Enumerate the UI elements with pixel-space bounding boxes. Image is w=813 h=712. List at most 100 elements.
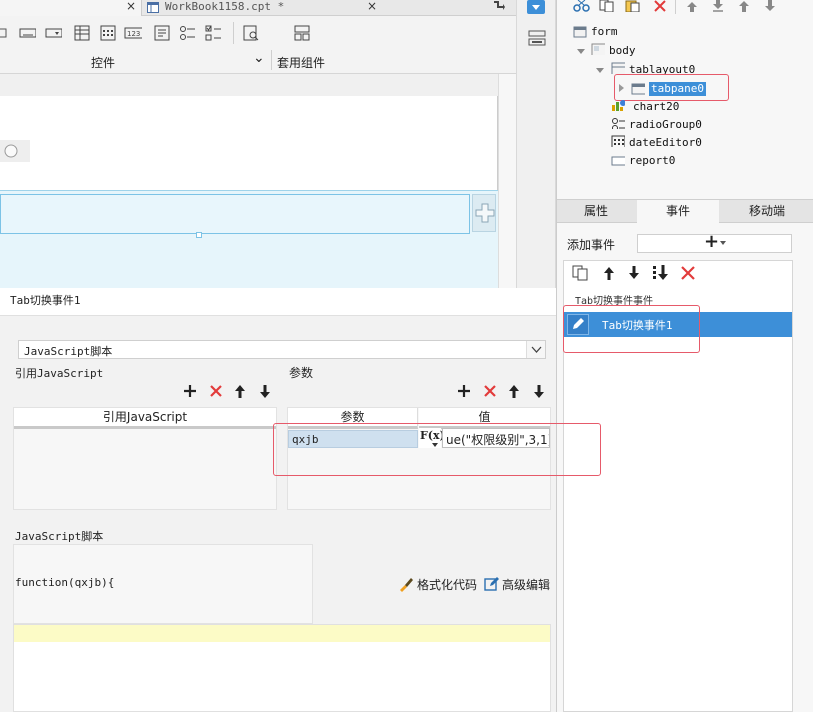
radiogroup-node-icon [612, 118, 625, 129]
right-panel: form body tablayout0 tabpane0 chart20 ra… [556, 0, 813, 712]
tree-expand-icon[interactable] [596, 66, 604, 74]
function-signature: function(qxjb){ [15, 576, 115, 589]
dropdown-icon [532, 5, 540, 10]
document-tab-previous[interactable]: × [0, 0, 142, 16]
textarea-widget-icon[interactable] [152, 24, 170, 42]
canvas-page[interactable] [0, 96, 498, 288]
document-tab-workbook[interactable]: WorkBook1158.cpt * × [143, 0, 383, 16]
document-tab-strip: × WorkBook1158.cpt * × [0, 0, 516, 16]
script-type-select[interactable]: JavaScript脚本 [18, 340, 546, 359]
move-to-top-icon[interactable] [685, 0, 699, 12]
ref-js-table[interactable]: 引用JavaScript [13, 407, 277, 510]
tab-mobile[interactable]: 移动端 [721, 200, 813, 223]
search-widget-icon[interactable] [241, 24, 259, 42]
script-section-label: JavaScript脚本 [15, 530, 104, 543]
move-down-param-icon[interactable] [533, 384, 545, 399]
body-node-icon [591, 43, 605, 55]
tablayout-region[interactable] [0, 190, 498, 288]
radio-circle-icon [4, 144, 18, 158]
add-event-label: 添加事件 [567, 238, 616, 252]
move-up-icon[interactable] [737, 0, 751, 12]
move-to-bottom-icon[interactable] [711, 0, 725, 12]
cut-icon[interactable] [573, 0, 591, 12]
component-layout-icon[interactable] [292, 24, 310, 42]
tablayout-node-icon [611, 62, 625, 74]
highlight-annotation-param [273, 423, 601, 476]
workbook-icon [147, 2, 159, 13]
add-event-plus-icon: + [704, 231, 720, 252]
highlight-annotation-event [563, 305, 700, 353]
expand-controls-icon[interactable]: ⌄ [253, 50, 265, 66]
event-move-bottom-icon[interactable] [652, 264, 670, 282]
date-widget-icon[interactable] [98, 24, 116, 42]
checkbox-widget-icon[interactable] [204, 24, 222, 42]
script-code-editor[interactable] [13, 624, 551, 712]
controls-group-label: 控件 [91, 56, 116, 70]
chart-node-icon [612, 100, 625, 111]
format-code-icon[interactable] [398, 576, 414, 592]
tab-events[interactable]: 事件 [637, 200, 719, 223]
design-canvas[interactable] [0, 74, 516, 288]
table-widget-icon[interactable] [72, 24, 90, 42]
delete-icon[interactable] [653, 0, 667, 12]
event-move-down-icon[interactable] [627, 265, 641, 281]
vertical-tool-strip [516, 0, 556, 288]
advanced-edit-icon[interactable] [484, 576, 500, 592]
button-widget-icon[interactable] [18, 24, 36, 42]
copy-event-icon[interactable] [572, 265, 590, 281]
delete-ref-js-icon[interactable] [209, 384, 223, 398]
number-widget-icon[interactable]: 123 [124, 24, 142, 42]
ref-js-section-label: 引用JavaScript [15, 367, 104, 380]
widget-icon-partial[interactable] [0, 24, 14, 42]
toolbar-divider [675, 0, 676, 14]
dateeditor-node-icon [611, 135, 625, 147]
event-move-up-icon[interactable] [602, 265, 616, 281]
report-node-icon [611, 156, 625, 166]
widget-panel-toggle[interactable] [527, 0, 545, 14]
paste-icon[interactable] [625, 0, 641, 12]
property-tabs: 属性 事件 移动端 [557, 199, 813, 223]
move-up-param-icon[interactable] [508, 384, 520, 399]
radio-widget-preview[interactable] [0, 140, 30, 162]
resize-handle[interactable] [196, 232, 202, 238]
select-arrow-button[interactable] [526, 341, 545, 358]
tab-overflow-icon[interactable] [492, 0, 506, 12]
toolbar-divider [271, 50, 272, 70]
add-event-dropdown[interactable]: + [637, 231, 792, 253]
ref-js-column-header: 引用JavaScript [14, 408, 276, 429]
copy-icon[interactable] [599, 0, 615, 12]
add-tab-icon [475, 203, 495, 223]
tree-expand-icon[interactable] [577, 47, 585, 55]
add-tab-button[interactable] [472, 194, 496, 232]
document-tab-label: WorkBook1158.cpt * [165, 0, 285, 13]
event-editor-dialog: Tab切换事件1 JavaScript脚本 引用JavaScript 参数 引用… [0, 288, 601, 712]
svg-text:123: 123 [127, 30, 140, 38]
form-node-icon [573, 26, 587, 38]
params-section-label: 参数 [289, 366, 314, 380]
tab-attributes[interactable]: 属性 [557, 200, 635, 223]
move-down-icon[interactable] [763, 0, 777, 12]
format-code-button[interactable]: 格式化代码 [417, 576, 477, 593]
move-up-ref-js-icon[interactable] [234, 384, 246, 399]
close-tab-icon[interactable]: × [126, 0, 136, 13]
components-group-label: 套用组件 [277, 56, 326, 70]
function-signature-box: function(qxjb){ [13, 544, 313, 624]
delete-param-icon[interactable] [483, 384, 497, 398]
layout-panel-icon[interactable] [528, 30, 546, 46]
tabpane-selected-outline[interactable] [0, 194, 470, 234]
add-ref-js-icon[interactable] [183, 384, 197, 398]
radio-widget-icon[interactable] [178, 24, 196, 42]
move-down-ref-js-icon[interactable] [259, 384, 271, 399]
combobox-widget-icon[interactable] [44, 24, 62, 42]
add-param-icon[interactable] [457, 384, 471, 398]
current-line-highlight [14, 625, 550, 642]
script-type-value: JavaScript脚本 [24, 345, 113, 358]
component-toolbar: 123 控件 ⌄ 套用组件 [0, 16, 516, 74]
highlight-annotation-tabpane [614, 74, 729, 101]
dropdown-arrow-icon [720, 241, 726, 245]
close-tab-icon[interactable]: × [367, 0, 377, 13]
toolbar-divider [233, 22, 234, 44]
canvas-scrollbar[interactable] [498, 74, 516, 288]
advanced-edit-button[interactable]: 高级编辑 [502, 576, 550, 593]
event-delete-icon[interactable] [680, 265, 696, 281]
